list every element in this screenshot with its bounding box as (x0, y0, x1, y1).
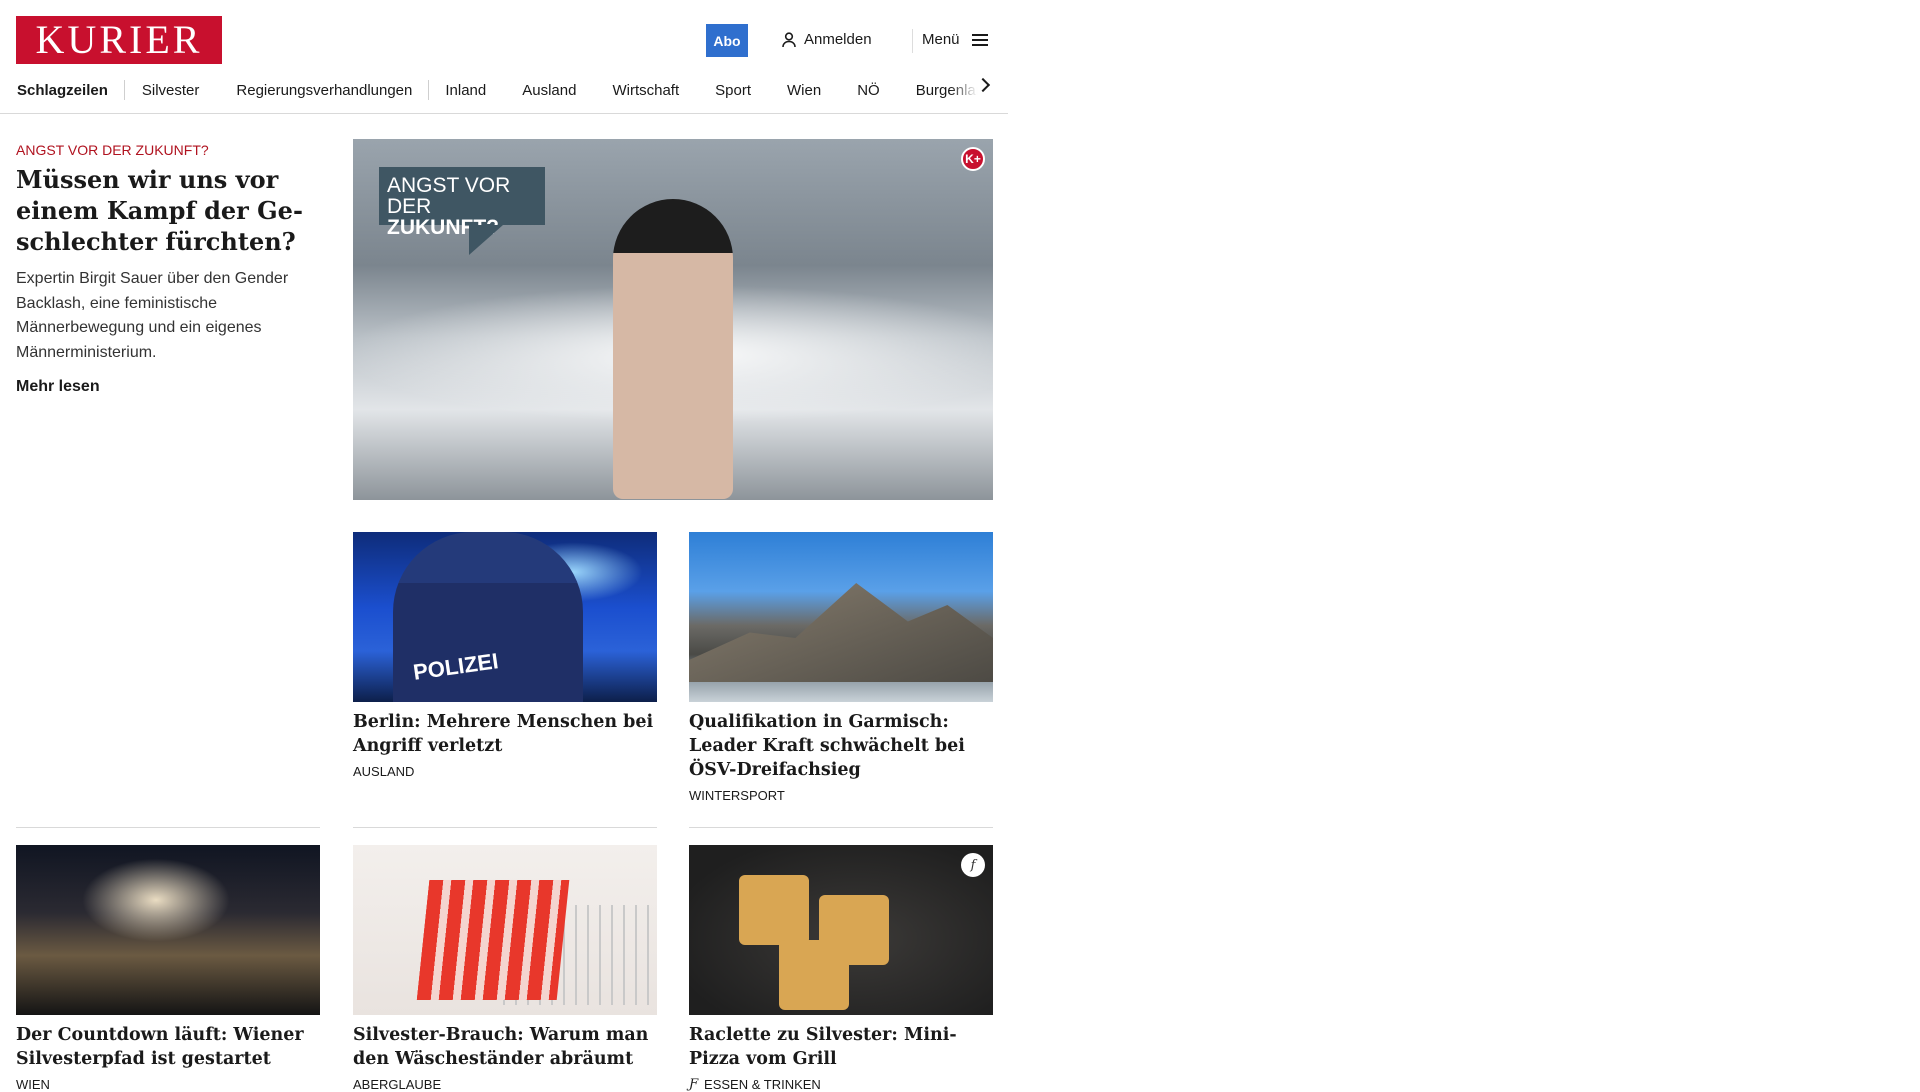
hamburger-icon (971, 33, 988, 46)
nav-item-inland[interactable]: Inland (445, 82, 486, 99)
hero-kicker[interactable]: ANGST VOR DER ZUKUNFT? (16, 142, 209, 158)
image-detail (613, 199, 733, 499)
login-label: Anmelden (804, 31, 872, 48)
article-card[interactable]: f Raclette zu Silvester: Mini-Pizza vom … (689, 845, 993, 1092)
nav-item-noe[interactable]: NÖ (857, 82, 880, 99)
article-category[interactable]: WIEN (16, 1077, 320, 1092)
image-detail (779, 940, 849, 1010)
nav-item-wirtschaft[interactable]: Wirtschaft (612, 82, 679, 99)
article-card[interactable]: Der Countdown läuft: Wiener Sil­vesterpf… (16, 845, 320, 1092)
article-image[interactable]: POLIZEI (353, 532, 657, 702)
image-detail (739, 875, 809, 945)
badge-tail (469, 225, 503, 255)
article-image[interactable]: f (689, 845, 993, 1015)
image-detail (416, 880, 570, 1000)
row-divider (689, 827, 993, 828)
nav-item-wien[interactable]: Wien (787, 82, 821, 99)
article-category[interactable]: ABERGLAUBE (353, 1077, 657, 1092)
nav-item-sport[interactable]: Sport (715, 82, 751, 99)
abo-button[interactable]: Abo (706, 24, 748, 57)
article-title[interactable]: Raclette zu Silvester: Mini-Pizza vom Gr… (689, 1023, 993, 1071)
premium-k-plus-icon: K+ (961, 147, 985, 171)
row-divider (353, 827, 657, 828)
article-category[interactable]: AUSLAND (353, 764, 657, 779)
nav-separator (123, 80, 125, 100)
article-card[interactable]: Silvester-Brauch: Warum man den Wäschest… (353, 845, 657, 1092)
nav-item-ausland[interactable]: Ausland (522, 82, 576, 99)
nav-fade (950, 76, 1000, 104)
article-category[interactable]: ƒ ESSEN & TRINKEN (689, 1077, 993, 1092)
image-detail (76, 855, 236, 945)
article-title[interactable]: Silvester-Brauch: Warum man den Wäschest… (353, 1023, 657, 1071)
read-more-link[interactable]: Mehr lesen (16, 378, 100, 396)
section-nav: Schlagzeilen Silvester Regierungsverhand… (17, 79, 982, 101)
article-image[interactable] (689, 532, 993, 702)
kurier-logo[interactable]: KURIER (16, 16, 222, 64)
article-title[interactable]: Berlin: Mehrere Menschen bei An­griff ve… (353, 710, 657, 758)
article-image[interactable] (353, 845, 657, 1015)
hero-teaser[interactable]: Expertin Birgit Sauer über den Gender Ba… (16, 267, 306, 365)
hero-title[interactable]: Müssen wir uns vor ei­nem Kampf der Ge­s… (16, 164, 306, 257)
article-image[interactable] (16, 845, 320, 1015)
nav-item-silvester[interactable]: Silvester (142, 82, 200, 99)
article-title[interactable]: Qualifikation in Garmisch: Leader Kraft … (689, 710, 993, 782)
user-icon (782, 31, 796, 47)
article-title[interactable]: Der Countdown läuft: Wiener Sil­vesterpf… (16, 1023, 320, 1071)
article-category[interactable]: WINTERSPORT (689, 788, 993, 803)
nav-separator (428, 80, 430, 100)
menu-label: Menü (922, 31, 960, 48)
article-card[interactable]: POLIZEI Berlin: Mehrere Menschen bei An­… (353, 532, 657, 779)
freizeit-f-icon: ƒ (689, 1077, 699, 1092)
nav-item-regierungsverhandlungen[interactable]: Regierungsverhandlungen (236, 82, 412, 99)
login-button[interactable]: Anmelden (782, 31, 872, 48)
hero-image-badge: ANGST VOR DER ZUKUNFT? (379, 167, 545, 255)
nav-divider (0, 113, 1008, 114)
freizeit-f-icon: f (961, 853, 985, 877)
header-divider (912, 29, 913, 53)
image-detail (689, 583, 993, 682)
row-divider (16, 827, 320, 828)
menu-button[interactable]: Menü (922, 31, 988, 48)
article-card[interactable]: Qualifikation in Garmisch: Leader Kraft … (689, 532, 993, 803)
nav-item-schlagzeilen[interactable]: Schlagzeilen (17, 82, 108, 99)
badge-line-1: ANGST VOR DER (387, 174, 511, 218)
hero-image[interactable]: ANGST VOR DER ZUKUNFT? K+ (353, 139, 993, 500)
badge-line-2: ZUKUNFT? (387, 216, 499, 239)
